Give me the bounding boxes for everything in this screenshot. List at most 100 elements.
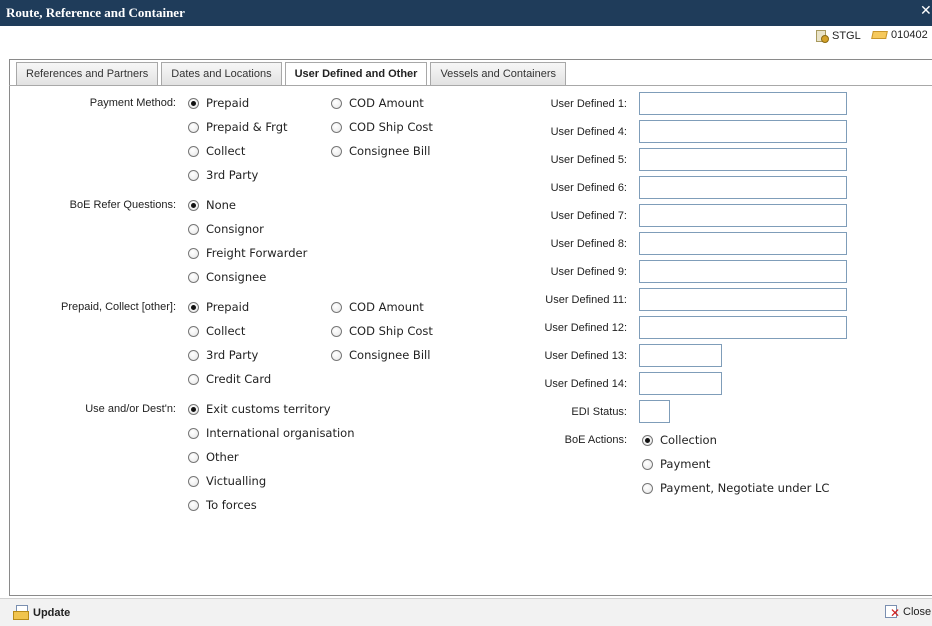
user-defined-11-input[interactable] [639, 288, 847, 311]
user-defined-5-input[interactable] [639, 148, 847, 171]
user-defined-7-label: User Defined 7: [550, 210, 627, 222]
payment-method-cod-amount[interactable]: COD Amount [331, 96, 424, 110]
payment-method-collect[interactable]: Collect [188, 144, 245, 158]
user-defined-1-input[interactable] [639, 92, 847, 115]
user-defined-1-label: User Defined 1: [550, 98, 627, 110]
prepaid-other-cod-amount[interactable]: COD Amount [331, 300, 424, 314]
stgl-indicator[interactable]: STGL [815, 29, 861, 43]
radio-button[interactable] [642, 482, 653, 494]
tab-vessels-and-containers[interactable]: Vessels and Containers [430, 62, 567, 85]
boe-refer-freight-forwarder[interactable]: Freight Forwarder [188, 246, 307, 260]
title-bar: Route, Reference and Container ✕ [0, 0, 932, 26]
user-defined-8-input[interactable] [639, 232, 847, 255]
radio-button[interactable] [188, 223, 199, 235]
radio-button[interactable] [188, 349, 199, 361]
use-dest-other[interactable]: Other [188, 450, 239, 464]
radio-button[interactable] [331, 301, 342, 313]
payment-method-prepaid[interactable]: Prepaid [188, 96, 249, 110]
radio-button[interactable] [188, 145, 199, 157]
use-dest-victualling[interactable]: Victualling [188, 474, 266, 488]
tab-dates-and-locations[interactable]: Dates and Locations [161, 62, 282, 85]
radio-button[interactable] [188, 451, 199, 463]
update-label: Update [33, 607, 71, 619]
user-defined-12-label: User Defined 12: [544, 322, 627, 334]
window-title: Route, Reference and Container [6, 5, 185, 20]
radio-button[interactable] [331, 97, 342, 109]
radio-button[interactable] [642, 434, 653, 446]
user-defined-7-input[interactable] [639, 204, 847, 227]
tab-divider [9, 85, 932, 86]
prepaid-other-credit-card[interactable]: Credit Card [188, 372, 271, 386]
user-defined-6-label: User Defined 6: [550, 182, 627, 194]
edi-status-label: EDI Status: [571, 406, 627, 418]
radio-button[interactable] [331, 349, 342, 361]
user-defined-9-label: User Defined 9: [550, 266, 627, 278]
boe-actions-payment[interactable]: Payment [642, 457, 710, 471]
radio-button[interactable] [188, 403, 199, 415]
radio-button[interactable] [188, 499, 199, 511]
reference-indicator[interactable]: 010402 [871, 29, 928, 41]
radio-button[interactable] [188, 427, 199, 439]
bottom-toolbar: Update ✕ Close [0, 598, 932, 626]
user-defined-14-label: User Defined 14: [544, 378, 627, 390]
use-dest-to-forces[interactable]: To forces [188, 498, 257, 512]
radio-button[interactable] [188, 325, 199, 337]
boe-refer-consignee[interactable]: Consignee [188, 270, 266, 284]
update-button[interactable]: Update [13, 605, 70, 621]
info-bar: STGL 010402 [0, 26, 932, 48]
prepaid-collect-other-label: Prepaid, Collect [other]: [61, 301, 176, 313]
tag-icon [871, 29, 888, 41]
radio-button[interactable] [188, 121, 199, 133]
radio-button[interactable] [331, 145, 342, 157]
radio-button[interactable] [188, 169, 199, 181]
use-dest-label: Use and/or Dest'n: [85, 403, 176, 415]
use-dest-exit-customs[interactable]: Exit customs territory [188, 402, 331, 416]
close-icon[interactable]: ✕ [920, 3, 932, 19]
radio-button[interactable] [188, 97, 199, 109]
radio-button[interactable] [188, 301, 199, 313]
radio-button[interactable] [188, 271, 199, 283]
user-defined-4-label: User Defined 4: [550, 126, 627, 138]
user-defined-13-input[interactable] [639, 344, 722, 367]
close-button[interactable]: ✕ Close [885, 605, 931, 619]
edi-status-input[interactable] [639, 400, 670, 423]
user-defined-12-input[interactable] [639, 316, 847, 339]
prepaid-other-cod-ship-cost[interactable]: COD Ship Cost [331, 324, 433, 338]
user-defined-5-label: User Defined 5: [550, 154, 627, 166]
user-defined-11-label: User Defined 11: [545, 294, 627, 306]
tab-references-and-partners[interactable]: References and Partners [16, 62, 159, 85]
boe-refer-none[interactable]: None [188, 198, 236, 212]
radio-button[interactable] [188, 373, 199, 385]
tab-user-defined-and-other[interactable]: User Defined and Other [284, 62, 428, 86]
prepaid-other-consignee-bill[interactable]: Consignee Bill [331, 348, 430, 362]
prepaid-other-collect[interactable]: Collect [188, 324, 245, 338]
update-icon [13, 605, 31, 621]
payment-method-consignee-bill[interactable]: Consignee Bill [331, 144, 430, 158]
radio-button[interactable] [331, 325, 342, 337]
settings-page-icon [815, 29, 829, 43]
prepaid-other-prepaid[interactable]: Prepaid [188, 300, 249, 314]
payment-method-prepaid-frgt[interactable]: Prepaid & Frgt [188, 120, 288, 134]
prepaid-other-3rd-party[interactable]: 3rd Party [188, 348, 258, 362]
tab-strip: References and Partners Dates and Locati… [16, 62, 569, 86]
payment-method-3rd-party[interactable]: 3rd Party [188, 168, 258, 182]
user-defined-14-input[interactable] [639, 372, 722, 395]
radio-button[interactable] [188, 475, 199, 487]
boe-refer-questions-label: BoE Refer Questions: [69, 199, 176, 211]
boe-actions-label: BoE Actions: [564, 434, 627, 446]
boe-actions-collection[interactable]: Collection [642, 433, 717, 447]
user-defined-4-input[interactable] [639, 120, 847, 143]
boe-actions-payment-negotiate-lc[interactable]: Payment, Negotiate under LC [642, 481, 829, 495]
close-document-icon: ✕ [885, 605, 901, 619]
user-defined-9-input[interactable] [639, 260, 847, 283]
radio-button[interactable] [188, 199, 199, 211]
user-defined-6-input[interactable] [639, 176, 847, 199]
radio-button[interactable] [331, 121, 342, 133]
payment-method-cod-ship-cost[interactable]: COD Ship Cost [331, 120, 433, 134]
radio-button[interactable] [642, 458, 653, 470]
boe-refer-consignor[interactable]: Consignor [188, 222, 264, 236]
radio-button[interactable] [188, 247, 199, 259]
use-dest-international-organisation[interactable]: International organisation [188, 426, 355, 440]
reference-label: 010402 [891, 29, 928, 41]
user-defined-13-label: User Defined 13: [544, 350, 627, 362]
